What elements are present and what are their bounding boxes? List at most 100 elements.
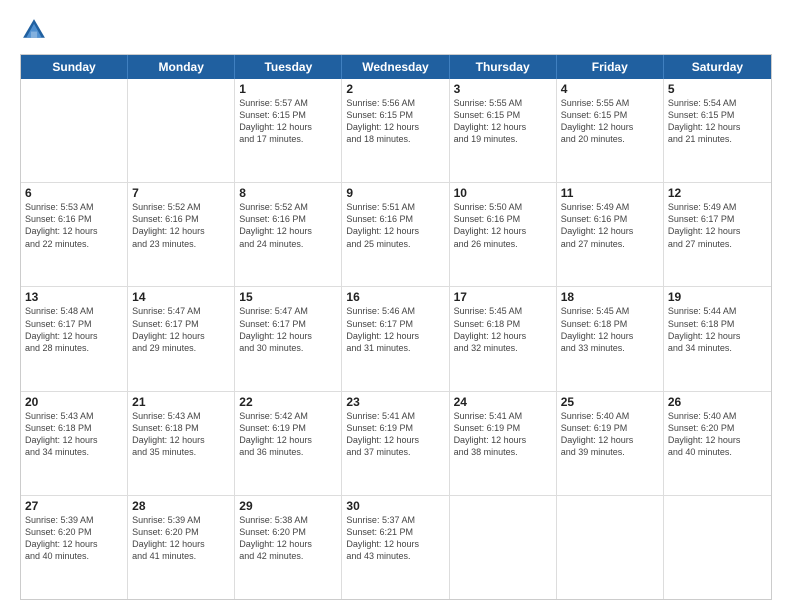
cell-detail: Sunrise: 5:41 AM Sunset: 6:19 PM Dayligh… bbox=[346, 410, 444, 459]
calendar-cell: 10Sunrise: 5:50 AM Sunset: 6:16 PM Dayli… bbox=[450, 183, 557, 286]
calendar-cell bbox=[128, 79, 235, 182]
calendar-cell: 29Sunrise: 5:38 AM Sunset: 6:20 PM Dayli… bbox=[235, 496, 342, 599]
calendar-cell: 22Sunrise: 5:42 AM Sunset: 6:19 PM Dayli… bbox=[235, 392, 342, 495]
calendar-cell: 14Sunrise: 5:47 AM Sunset: 6:17 PM Dayli… bbox=[128, 287, 235, 390]
day-number: 5 bbox=[668, 82, 767, 96]
calendar-cell: 30Sunrise: 5:37 AM Sunset: 6:21 PM Dayli… bbox=[342, 496, 449, 599]
logo bbox=[20, 16, 52, 44]
cell-detail: Sunrise: 5:47 AM Sunset: 6:17 PM Dayligh… bbox=[239, 305, 337, 354]
cell-detail: Sunrise: 5:42 AM Sunset: 6:19 PM Dayligh… bbox=[239, 410, 337, 459]
day-number: 28 bbox=[132, 499, 230, 513]
calendar-cell bbox=[557, 496, 664, 599]
calendar-cell: 27Sunrise: 5:39 AM Sunset: 6:20 PM Dayli… bbox=[21, 496, 128, 599]
calendar-cell: 20Sunrise: 5:43 AM Sunset: 6:18 PM Dayli… bbox=[21, 392, 128, 495]
calendar: SundayMondayTuesdayWednesdayThursdayFrid… bbox=[20, 54, 772, 600]
day-number: 15 bbox=[239, 290, 337, 304]
page: SundayMondayTuesdayWednesdayThursdayFrid… bbox=[0, 0, 792, 612]
calendar-cell: 15Sunrise: 5:47 AM Sunset: 6:17 PM Dayli… bbox=[235, 287, 342, 390]
day-number: 11 bbox=[561, 186, 659, 200]
calendar-cell bbox=[21, 79, 128, 182]
cell-detail: Sunrise: 5:47 AM Sunset: 6:17 PM Dayligh… bbox=[132, 305, 230, 354]
calendar-cell bbox=[664, 496, 771, 599]
cell-detail: Sunrise: 5:39 AM Sunset: 6:20 PM Dayligh… bbox=[132, 514, 230, 563]
calendar-week-3: 13Sunrise: 5:48 AM Sunset: 6:17 PM Dayli… bbox=[21, 286, 771, 390]
calendar-week-5: 27Sunrise: 5:39 AM Sunset: 6:20 PM Dayli… bbox=[21, 495, 771, 599]
cell-detail: Sunrise: 5:45 AM Sunset: 6:18 PM Dayligh… bbox=[454, 305, 552, 354]
cell-detail: Sunrise: 5:43 AM Sunset: 6:18 PM Dayligh… bbox=[132, 410, 230, 459]
calendar-cell: 5Sunrise: 5:54 AM Sunset: 6:15 PM Daylig… bbox=[664, 79, 771, 182]
calendar-cell: 25Sunrise: 5:40 AM Sunset: 6:19 PM Dayli… bbox=[557, 392, 664, 495]
day-number: 24 bbox=[454, 395, 552, 409]
day-number: 26 bbox=[668, 395, 767, 409]
calendar-cell: 18Sunrise: 5:45 AM Sunset: 6:18 PM Dayli… bbox=[557, 287, 664, 390]
calendar-week-4: 20Sunrise: 5:43 AM Sunset: 6:18 PM Dayli… bbox=[21, 391, 771, 495]
day-number: 18 bbox=[561, 290, 659, 304]
calendar-cell: 23Sunrise: 5:41 AM Sunset: 6:19 PM Dayli… bbox=[342, 392, 449, 495]
calendar-cell: 2Sunrise: 5:56 AM Sunset: 6:15 PM Daylig… bbox=[342, 79, 449, 182]
day-number: 14 bbox=[132, 290, 230, 304]
header bbox=[20, 16, 772, 44]
calendar-week-1: 1Sunrise: 5:57 AM Sunset: 6:15 PM Daylig… bbox=[21, 79, 771, 182]
day-number: 29 bbox=[239, 499, 337, 513]
calendar-body: 1Sunrise: 5:57 AM Sunset: 6:15 PM Daylig… bbox=[21, 79, 771, 599]
calendar-cell: 21Sunrise: 5:43 AM Sunset: 6:18 PM Dayli… bbox=[128, 392, 235, 495]
cell-detail: Sunrise: 5:52 AM Sunset: 6:16 PM Dayligh… bbox=[132, 201, 230, 250]
cell-detail: Sunrise: 5:40 AM Sunset: 6:20 PM Dayligh… bbox=[668, 410, 767, 459]
day-number: 8 bbox=[239, 186, 337, 200]
day-number: 2 bbox=[346, 82, 444, 96]
cell-detail: Sunrise: 5:57 AM Sunset: 6:15 PM Dayligh… bbox=[239, 97, 337, 146]
calendar-cell: 4Sunrise: 5:55 AM Sunset: 6:15 PM Daylig… bbox=[557, 79, 664, 182]
cell-detail: Sunrise: 5:55 AM Sunset: 6:15 PM Dayligh… bbox=[561, 97, 659, 146]
cell-detail: Sunrise: 5:40 AM Sunset: 6:19 PM Dayligh… bbox=[561, 410, 659, 459]
header-day-saturday: Saturday bbox=[664, 55, 771, 79]
day-number: 17 bbox=[454, 290, 552, 304]
header-day-wednesday: Wednesday bbox=[342, 55, 449, 79]
cell-detail: Sunrise: 5:41 AM Sunset: 6:19 PM Dayligh… bbox=[454, 410, 552, 459]
calendar-cell: 19Sunrise: 5:44 AM Sunset: 6:18 PM Dayli… bbox=[664, 287, 771, 390]
header-day-thursday: Thursday bbox=[450, 55, 557, 79]
calendar-cell: 1Sunrise: 5:57 AM Sunset: 6:15 PM Daylig… bbox=[235, 79, 342, 182]
calendar-cell: 17Sunrise: 5:45 AM Sunset: 6:18 PM Dayli… bbox=[450, 287, 557, 390]
cell-detail: Sunrise: 5:46 AM Sunset: 6:17 PM Dayligh… bbox=[346, 305, 444, 354]
day-number: 13 bbox=[25, 290, 123, 304]
calendar-cell: 13Sunrise: 5:48 AM Sunset: 6:17 PM Dayli… bbox=[21, 287, 128, 390]
calendar-cell bbox=[450, 496, 557, 599]
day-number: 7 bbox=[132, 186, 230, 200]
day-number: 16 bbox=[346, 290, 444, 304]
calendar-cell: 26Sunrise: 5:40 AM Sunset: 6:20 PM Dayli… bbox=[664, 392, 771, 495]
cell-detail: Sunrise: 5:49 AM Sunset: 6:17 PM Dayligh… bbox=[668, 201, 767, 250]
calendar-header-row: SundayMondayTuesdayWednesdayThursdayFrid… bbox=[21, 55, 771, 79]
calendar-cell: 6Sunrise: 5:53 AM Sunset: 6:16 PM Daylig… bbox=[21, 183, 128, 286]
day-number: 12 bbox=[668, 186, 767, 200]
cell-detail: Sunrise: 5:38 AM Sunset: 6:20 PM Dayligh… bbox=[239, 514, 337, 563]
calendar-cell: 24Sunrise: 5:41 AM Sunset: 6:19 PM Dayli… bbox=[450, 392, 557, 495]
header-day-friday: Friday bbox=[557, 55, 664, 79]
cell-detail: Sunrise: 5:52 AM Sunset: 6:16 PM Dayligh… bbox=[239, 201, 337, 250]
cell-detail: Sunrise: 5:43 AM Sunset: 6:18 PM Dayligh… bbox=[25, 410, 123, 459]
calendar-cell: 11Sunrise: 5:49 AM Sunset: 6:16 PM Dayli… bbox=[557, 183, 664, 286]
cell-detail: Sunrise: 5:48 AM Sunset: 6:17 PM Dayligh… bbox=[25, 305, 123, 354]
header-day-monday: Monday bbox=[128, 55, 235, 79]
day-number: 27 bbox=[25, 499, 123, 513]
day-number: 25 bbox=[561, 395, 659, 409]
cell-detail: Sunrise: 5:39 AM Sunset: 6:20 PM Dayligh… bbox=[25, 514, 123, 563]
day-number: 20 bbox=[25, 395, 123, 409]
day-number: 21 bbox=[132, 395, 230, 409]
cell-detail: Sunrise: 5:56 AM Sunset: 6:15 PM Dayligh… bbox=[346, 97, 444, 146]
calendar-cell: 8Sunrise: 5:52 AM Sunset: 6:16 PM Daylig… bbox=[235, 183, 342, 286]
header-day-tuesday: Tuesday bbox=[235, 55, 342, 79]
cell-detail: Sunrise: 5:44 AM Sunset: 6:18 PM Dayligh… bbox=[668, 305, 767, 354]
day-number: 6 bbox=[25, 186, 123, 200]
header-day-sunday: Sunday bbox=[21, 55, 128, 79]
day-number: 3 bbox=[454, 82, 552, 96]
calendar-cell: 16Sunrise: 5:46 AM Sunset: 6:17 PM Dayli… bbox=[342, 287, 449, 390]
calendar-cell: 7Sunrise: 5:52 AM Sunset: 6:16 PM Daylig… bbox=[128, 183, 235, 286]
day-number: 9 bbox=[346, 186, 444, 200]
cell-detail: Sunrise: 5:53 AM Sunset: 6:16 PM Dayligh… bbox=[25, 201, 123, 250]
logo-icon bbox=[20, 16, 48, 44]
day-number: 19 bbox=[668, 290, 767, 304]
calendar-cell: 3Sunrise: 5:55 AM Sunset: 6:15 PM Daylig… bbox=[450, 79, 557, 182]
cell-detail: Sunrise: 5:50 AM Sunset: 6:16 PM Dayligh… bbox=[454, 201, 552, 250]
cell-detail: Sunrise: 5:54 AM Sunset: 6:15 PM Dayligh… bbox=[668, 97, 767, 146]
cell-detail: Sunrise: 5:55 AM Sunset: 6:15 PM Dayligh… bbox=[454, 97, 552, 146]
